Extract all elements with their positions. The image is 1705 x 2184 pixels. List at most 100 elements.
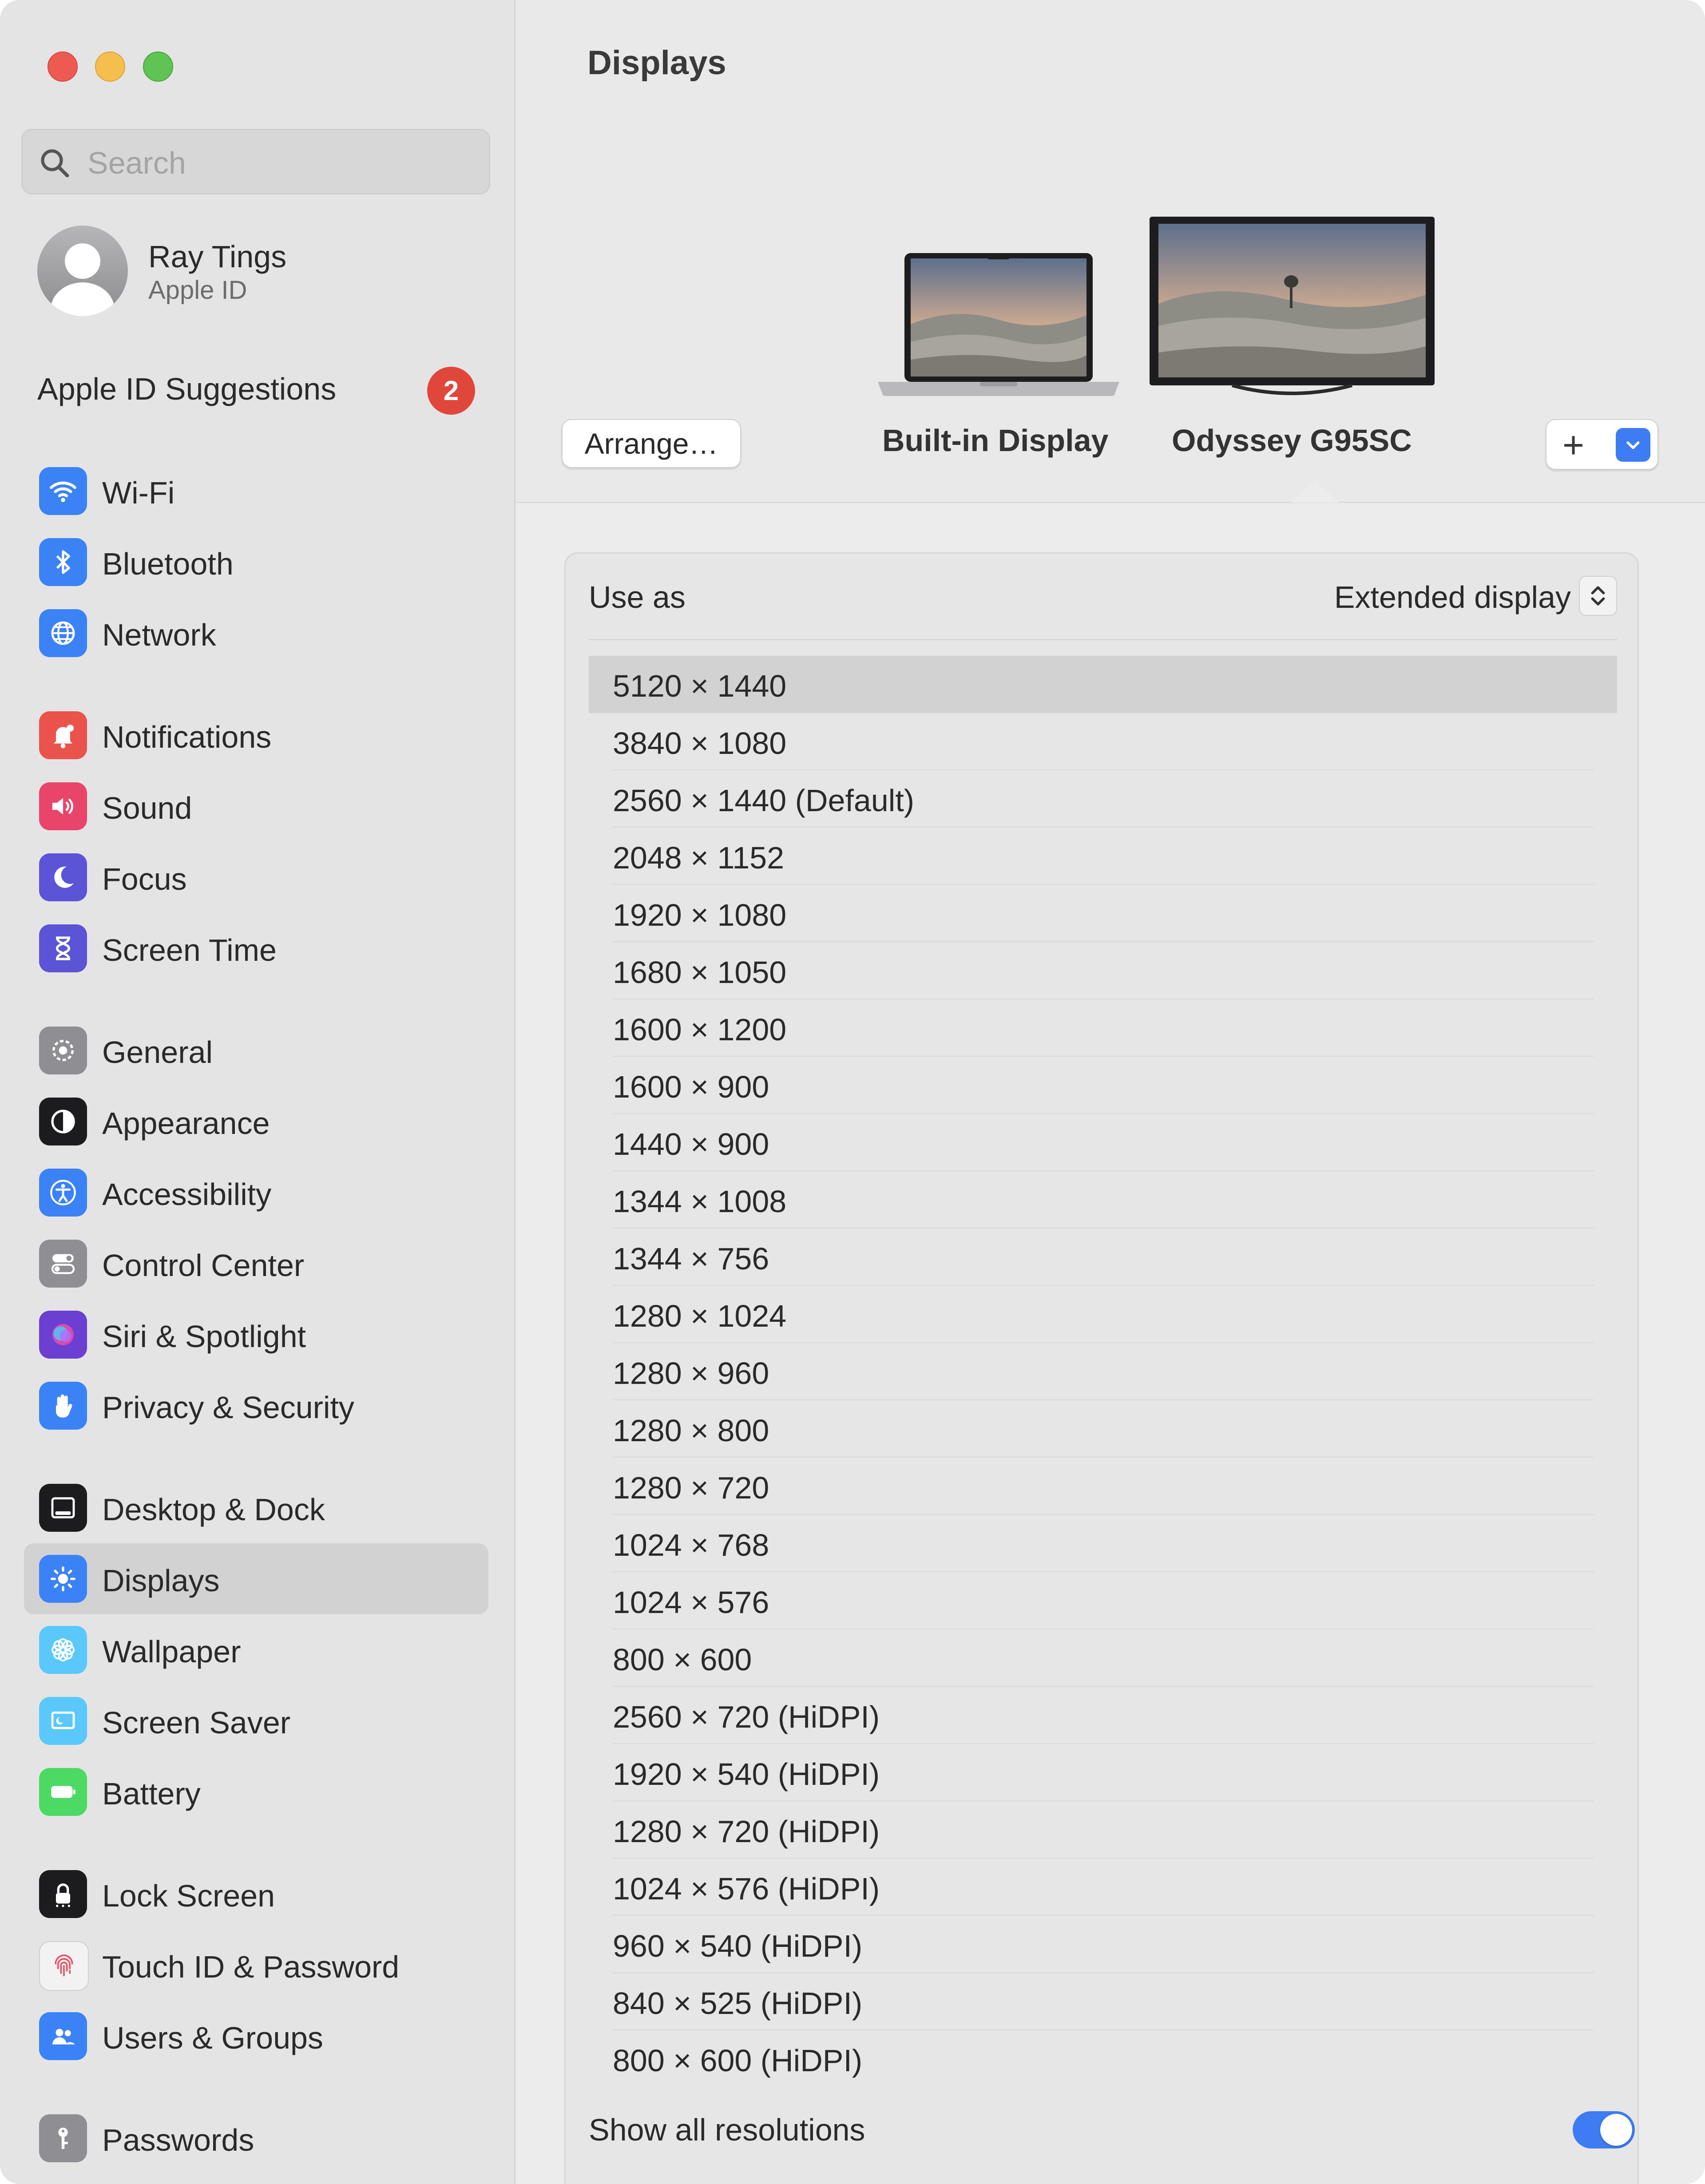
resolution-option[interactable]: 1920 × 1080	[589, 885, 1617, 942]
sidebar-item-label: Wallpaper	[102, 1634, 241, 1669]
resolution-option[interactable]: 1920 × 540 (HiDPI)	[589, 1744, 1617, 1801]
key-icon	[39, 2114, 87, 2162]
arrange-button[interactable]: Arrange…	[562, 419, 741, 468]
resolution-option[interactable]: 2048 × 1152	[589, 828, 1617, 885]
sidebar-item-siri-spotlight[interactable]: Siri & Spotlight	[24, 1299, 488, 1370]
resolution-option[interactable]: 960 × 540 (HiDPI)	[589, 1916, 1617, 1973]
resolution-option[interactable]: 1344 × 1008	[589, 1171, 1617, 1229]
minimize-button[interactable]	[95, 52, 125, 82]
resolution-option[interactable]: 1280 × 720	[589, 1458, 1617, 1515]
globe-icon	[39, 609, 87, 657]
sidebar-item-screen-time[interactable]: Screen Time	[24, 913, 488, 984]
dock-icon	[39, 1484, 87, 1532]
plus-icon[interactable]: +	[1562, 424, 1584, 467]
resolution-label: 5120 × 1440	[613, 669, 787, 703]
resolution-option[interactable]: 1280 × 1024	[589, 1286, 1617, 1343]
resolution-option[interactable]: 1600 × 1200	[589, 999, 1617, 1057]
wifi-icon	[39, 467, 87, 515]
sidebar-item-label: Displays	[102, 1563, 220, 1598]
apple-id-profile[interactable]: Ray Tings Apple ID	[37, 226, 481, 319]
sidebar-item-general[interactable]: General	[24, 1015, 488, 1086]
appearance-icon	[39, 1098, 87, 1146]
resolution-option[interactable]: 1280 × 960	[589, 1343, 1617, 1400]
sidebar-item-battery[interactable]: Battery	[24, 1756, 488, 1827]
resolution-label: 2560 × 720 (HiDPI)	[613, 1700, 880, 1734]
sidebar-item-passwords[interactable]: Passwords	[24, 2103, 488, 2174]
builtin-display-thumbnail[interactable]	[875, 249, 1122, 400]
sidebar-item-label: Network	[102, 618, 216, 652]
resolution-label: 1024 × 768	[613, 1528, 769, 1562]
resolution-option[interactable]: 1440 × 900	[589, 1114, 1617, 1171]
use-as-popup[interactable]: Extended display	[1334, 579, 1571, 615]
sidebar-item-users-groups[interactable]: Users & Groups	[24, 2001, 488, 2072]
close-button[interactable]	[48, 52, 78, 82]
sidebar-item-label: Focus	[102, 862, 187, 896]
sidebar-item-desktop-dock[interactable]: Desktop & Dock	[24, 1472, 488, 1543]
resolution-label: 1344 × 1008	[613, 1184, 787, 1219]
sidebar-item-label: Lock Screen	[102, 1879, 275, 1913]
zoom-button[interactable]	[143, 52, 173, 82]
sidebar-item-appearance[interactable]: Appearance	[24, 1086, 488, 1157]
sidebar-item-label: Wi-Fi	[102, 476, 175, 510]
sidebar-item-label: Accessibility	[102, 1177, 272, 1212]
resolution-option[interactable]: 1280 × 800	[589, 1400, 1617, 1458]
sidebar-item-focus[interactable]: Focus	[24, 842, 488, 913]
resolution-label: 1280 × 960	[613, 1356, 769, 1391]
chevron-down-icon[interactable]	[1616, 428, 1650, 462]
resolution-option[interactable]: 1344 × 756	[589, 1229, 1617, 1286]
sidebar-item-accessibility[interactable]: Accessibility	[24, 1157, 488, 1228]
show-all-resolutions-toggle[interactable]	[1573, 2111, 1635, 2148]
sidebar-item-lock-screen[interactable]: Lock Screen	[24, 1859, 488, 1930]
resolution-label: 3840 × 1080	[613, 726, 787, 761]
resolution-option[interactable]: 2560 × 1440 (Default)	[589, 770, 1617, 828]
resolution-label: 1680 × 1050	[613, 955, 787, 990]
resolution-label: 2048 × 1152	[613, 840, 785, 875]
sidebar-item-screen-saver[interactable]: Screen Saver	[24, 1685, 488, 1756]
resolution-option[interactable]: 800 × 600	[589, 1629, 1617, 1687]
sidebar-item-wallpaper[interactable]: Wallpaper	[24, 1614, 488, 1685]
sidebar-item-label: Users & Groups	[102, 2021, 323, 2055]
updown-chevron-icon[interactable]	[1579, 576, 1617, 616]
resolution-label: 1280 × 800	[613, 1413, 769, 1448]
divider	[589, 639, 1617, 640]
profile-subtitle: Apple ID	[148, 276, 247, 305]
resolution-option[interactable]: 1280 × 720 (HiDPI)	[589, 1801, 1617, 1859]
sidebar-item-control-center[interactable]: Control Center	[24, 1228, 488, 1299]
toggles-icon	[39, 1240, 87, 1288]
sidebar-item-sound[interactable]: Sound	[24, 771, 488, 842]
resolution-option[interactable]: 800 × 600 (HiDPI)	[589, 2030, 1617, 2088]
resolution-option[interactable]: 5120 × 1440	[589, 656, 1617, 713]
use-as-label: Use as	[589, 580, 686, 614]
resolution-option[interactable]: 2560 × 720 (HiDPI)	[589, 1687, 1617, 1744]
resolution-option[interactable]: 1680 × 1050	[589, 942, 1617, 999]
sidebar-item-notifications[interactable]: Notifications	[24, 700, 488, 771]
sidebar-item-privacy-security[interactable]: Privacy & Security	[24, 1370, 488, 1441]
sidebar-item-wi-fi[interactable]: Wi-Fi	[24, 456, 488, 527]
external-display-thumbnail[interactable]	[1148, 215, 1436, 400]
siri-icon	[39, 1311, 87, 1359]
resolution-option[interactable]: 1600 × 900	[589, 1057, 1617, 1114]
search-input[interactable]: Search	[21, 129, 490, 194]
add-display-menu[interactable]: +	[1546, 419, 1658, 470]
resolution-label: 1280 × 720	[613, 1471, 769, 1505]
selected-display-pointer	[1291, 480, 1339, 503]
resolution-label: 1920 × 1080	[613, 898, 787, 932]
resolution-option[interactable]: 840 × 525 (HiDPI)	[589, 1973, 1617, 2030]
sidebar-item-displays[interactable]: Displays	[24, 1543, 488, 1614]
profile-name: Ray Tings	[148, 239, 287, 274]
resolution-option[interactable]: 1024 × 768	[589, 1515, 1617, 1572]
resolution-option[interactable]: 3840 × 1080	[589, 713, 1617, 770]
sidebar-item-network[interactable]: Network	[24, 598, 488, 669]
resolution-option[interactable]: 1024 × 576 (HiDPI)	[589, 1859, 1617, 1916]
sidebar-item-label: Battery	[102, 1776, 201, 1811]
builtin-display-label[interactable]: Built-in Display	[882, 423, 1108, 458]
moon-icon	[39, 853, 87, 901]
sidebar-item-label: General	[102, 1035, 213, 1070]
apple-id-suggestions[interactable]: Apple ID Suggestions	[37, 371, 336, 407]
sidebar-item-touch-id-password[interactable]: Touch ID & Password	[24, 1930, 488, 2001]
external-display-label[interactable]: Odyssey G95SC	[1172, 423, 1412, 458]
sidebar-item-bluetooth[interactable]: Bluetooth	[24, 527, 488, 598]
resolution-option[interactable]: 1024 × 576	[589, 1572, 1617, 1629]
toggle-knob	[1600, 2114, 1632, 2146]
battery-icon	[39, 1768, 87, 1816]
